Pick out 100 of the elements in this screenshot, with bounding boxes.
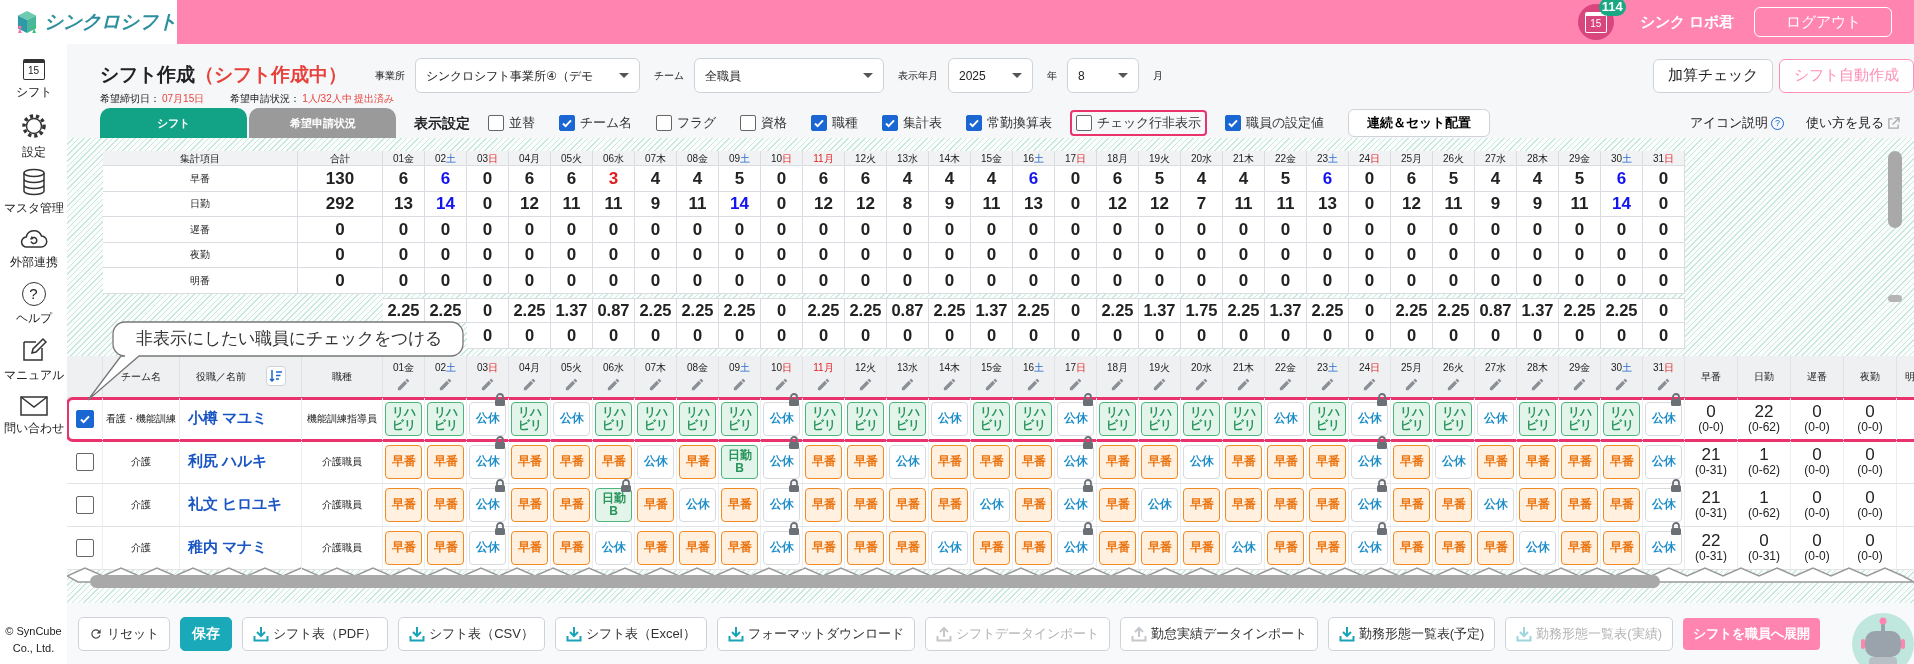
auto-create-button[interactable]: シフト自動作成: [1779, 58, 1914, 93]
shift-chip[interactable]: 早番: [1267, 487, 1304, 522]
pencil-icon[interactable]: [690, 377, 705, 392]
shift-chip[interactable]: 公休: [1141, 487, 1178, 522]
tab[interactable]: 希望申請状況: [249, 108, 396, 138]
row-checkbox[interactable]: [75, 538, 94, 557]
horizontal-scrollbar[interactable]: [90, 575, 1660, 588]
shift-chip[interactable]: 公休: [763, 444, 800, 479]
shift-chip[interactable]: 日勤B: [595, 487, 632, 522]
sidebar-item[interactable]: 設定: [0, 108, 67, 164]
shift-chip[interactable]: リハビリ: [721, 401, 758, 436]
shift-chip[interactable]: 公休: [1519, 530, 1556, 565]
shift-chip[interactable]: リハビリ: [1141, 401, 1178, 436]
shift-chip[interactable]: 早番: [553, 530, 590, 565]
shift-chip[interactable]: 早番: [1393, 444, 1430, 479]
shift-chip[interactable]: 早番: [1561, 444, 1598, 479]
pencil-icon[interactable]: [942, 377, 957, 392]
pencil-icon[interactable]: [1026, 377, 1041, 392]
shift-chip[interactable]: リハビリ: [679, 401, 716, 436]
shift-chip[interactable]: 早番: [1435, 487, 1472, 522]
shift-chip[interactable]: 公休: [1057, 401, 1094, 436]
how-to-link[interactable]: 使い方を見る: [1806, 113, 1900, 133]
pencil-icon[interactable]: [1278, 377, 1293, 392]
import-button[interactable]: 勤怠実績データインポート: [1119, 616, 1318, 651]
icon-legend-link[interactable]: アイコン説明 ?: [1690, 113, 1784, 133]
sidebar-item[interactable]: マスタ管理: [0, 164, 67, 220]
shift-chip[interactable]: 公休: [1645, 487, 1682, 522]
display-option[interactable]: 職員の設定値: [1219, 109, 1330, 137]
shift-chip[interactable]: リハビリ: [1225, 401, 1262, 436]
download-button[interactable]: 勤務形態一覧表(予定): [1327, 616, 1496, 651]
publish-button[interactable]: シフトを職員へ展開: [1683, 617, 1820, 650]
shift-chip[interactable]: リハビリ: [1561, 401, 1598, 436]
shift-chip[interactable]: 公休: [931, 530, 968, 565]
display-option[interactable]: 集計表: [876, 109, 948, 137]
shift-chip[interactable]: 早番: [1603, 444, 1640, 479]
shift-chip[interactable]: 早番: [1561, 487, 1598, 522]
shift-chip[interactable]: 公休: [469, 444, 506, 479]
download-button[interactable]: シフト表（Excel）: [554, 616, 707, 651]
download-button[interactable]: シフト表（PDF）: [242, 616, 389, 651]
shift-chip[interactable]: 早番: [553, 444, 590, 479]
shift-chip[interactable]: リハビリ: [637, 401, 674, 436]
display-option[interactable]: 資格: [734, 109, 793, 137]
shift-chip[interactable]: 公休: [469, 401, 506, 436]
shift-chip[interactable]: 早番: [1519, 444, 1556, 479]
display-option[interactable]: チェック行非表示: [1070, 109, 1207, 137]
shift-chip[interactable]: 早番: [595, 444, 632, 479]
sort-button[interactable]: [265, 366, 286, 386]
display-option[interactable]: 常勤換算表: [960, 109, 1058, 137]
shift-chip[interactable]: リハビリ: [1435, 401, 1472, 436]
shift-chip[interactable]: 早番: [721, 530, 758, 565]
shift-chip[interactable]: 早番: [637, 487, 674, 522]
pencil-icon[interactable]: [396, 377, 411, 392]
shift-chip[interactable]: リハビリ: [1309, 401, 1346, 436]
avatar-icon[interactable]: [1852, 613, 1914, 664]
shift-chip[interactable]: 早番: [637, 530, 674, 565]
tab[interactable]: シフト: [100, 108, 247, 138]
shift-chip[interactable]: 公休: [1351, 444, 1388, 479]
shift-chip[interactable]: 早番: [385, 444, 422, 479]
pencil-icon[interactable]: [1236, 377, 1251, 392]
shift-chip[interactable]: 早番: [1015, 444, 1052, 479]
logout-button[interactable]: ログアウト: [1754, 7, 1892, 37]
checkbox[interactable]: [966, 115, 982, 131]
shift-chip[interactable]: 早番: [1519, 487, 1556, 522]
shift-chip[interactable]: 公休: [1477, 401, 1514, 436]
shift-chip[interactable]: 早番: [931, 487, 968, 522]
sidebar-item[interactable]: ? ヘルプ: [0, 276, 67, 332]
pencil-icon[interactable]: [816, 377, 831, 392]
display-option[interactable]: フラグ: [650, 109, 722, 137]
shift-chip[interactable]: 公休: [889, 444, 926, 479]
pencil-icon[interactable]: [774, 377, 789, 392]
shift-chip[interactable]: 早番: [511, 444, 548, 479]
pencil-icon[interactable]: [858, 377, 873, 392]
sidebar-item[interactable]: 外部連携: [0, 220, 67, 276]
shift-chip[interactable]: 早番: [1225, 444, 1262, 479]
shift-chip[interactable]: 早番: [721, 487, 758, 522]
checkbox[interactable]: [656, 115, 672, 131]
shift-chip[interactable]: 早番: [805, 444, 842, 479]
pencil-icon[interactable]: [1446, 377, 1461, 392]
pencil-icon[interactable]: [1488, 377, 1503, 392]
shift-chip[interactable]: リハビリ: [1603, 401, 1640, 436]
shift-chip[interactable]: 早番: [1015, 530, 1052, 565]
checkbox[interactable]: [1225, 115, 1241, 131]
shift-chip[interactable]: 早番: [511, 487, 548, 522]
shift-chip[interactable]: 早番: [1603, 487, 1640, 522]
shift-chip[interactable]: 早番: [805, 530, 842, 565]
select-field[interactable]: シンクロシフト事業所④（デモ: [415, 58, 640, 93]
shift-chip[interactable]: 公休: [763, 401, 800, 436]
shift-chip[interactable]: 早番: [385, 487, 422, 522]
select-field[interactable]: 全職員: [694, 58, 884, 93]
shift-chip[interactable]: 公休: [1225, 530, 1262, 565]
save-button[interactable]: 保存: [180, 616, 233, 651]
shift-chip[interactable]: 公休: [1351, 530, 1388, 565]
pencil-icon[interactable]: [1656, 377, 1671, 392]
shift-chip[interactable]: 早番: [1267, 444, 1304, 479]
checkbox[interactable]: [488, 115, 504, 131]
shift-chip[interactable]: 公休: [1645, 530, 1682, 565]
checkbox[interactable]: [811, 115, 827, 131]
shift-chip[interactable]: 日勤B: [721, 444, 758, 479]
shift-chip[interactable]: 早番: [805, 487, 842, 522]
sidebar-item[interactable]: マニュアル: [0, 332, 67, 388]
